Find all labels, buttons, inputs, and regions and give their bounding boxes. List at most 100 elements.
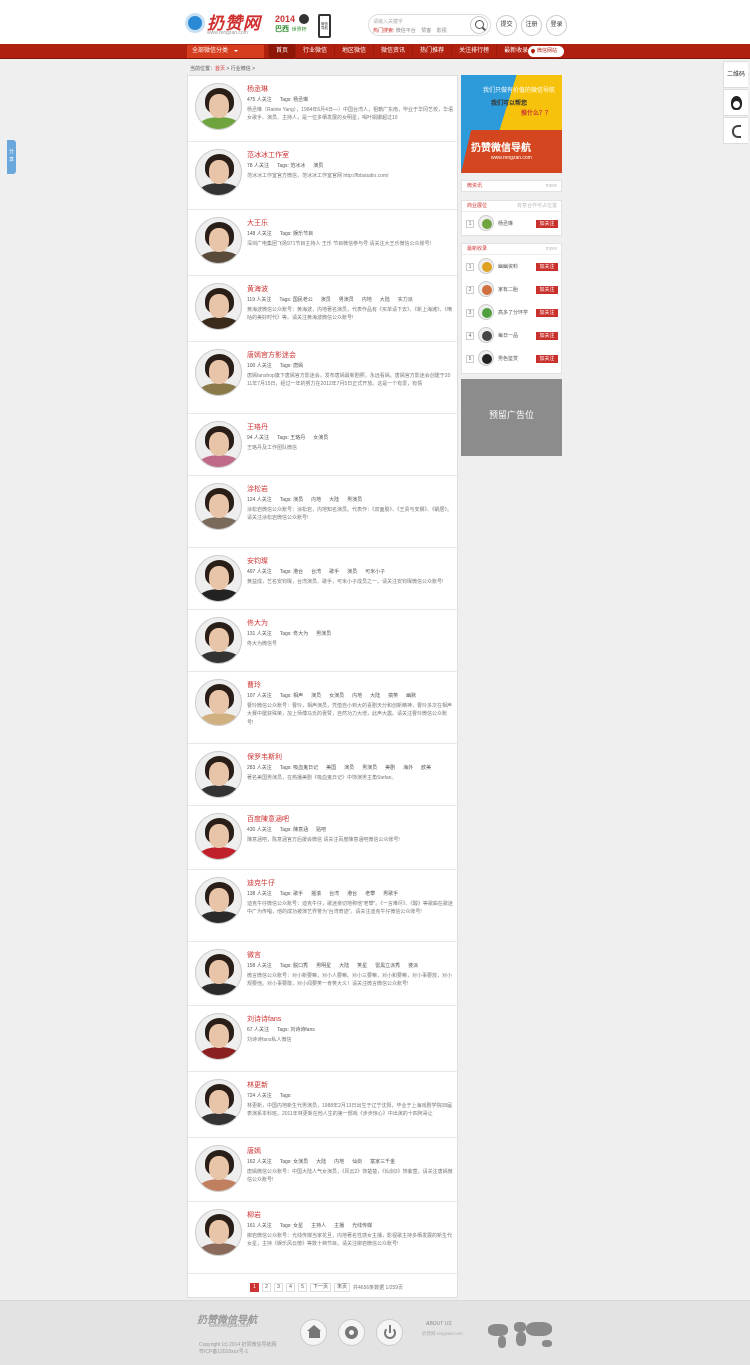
tag[interactable]: 演员: [313, 163, 323, 169]
phone-icon[interactable]: [723, 117, 748, 144]
tag[interactable]: 男歌手: [383, 891, 398, 897]
tag[interactable]: 内地: [362, 297, 372, 303]
share-button[interactable]: 分享: [7, 140, 16, 174]
tag[interactable]: 搞笑: [388, 693, 398, 699]
tag[interactable]: 仙剑: [352, 1159, 362, 1165]
avatar[interactable]: [478, 258, 494, 274]
list-item[interactable]: 迪克牛仔 138 人关注 Tags: 歌手 摇滚 台湾 港台 老攀 男歌手 迪克牛仔微信公众…: [188, 870, 459, 942]
qr-code-button[interactable]: 二维码: [723, 61, 748, 88]
tag[interactable]: 女演员: [313, 435, 328, 441]
nav-item-ranking[interactable]: 关注排行榜: [451, 44, 496, 59]
list-item[interactable]: 唐嫣 162 人关注 Tags: 女演员 大陆 内地 仙剑 富家三千金 唐嫣微信公众账号：…: [188, 1138, 459, 1202]
tag[interactable]: Tags: 脱口秀: [280, 963, 308, 969]
avatar[interactable]: [195, 555, 242, 602]
avatar[interactable]: [195, 149, 242, 196]
account-name[interactable]: 林更新: [247, 1080, 268, 1090]
tag[interactable]: Tags: 陳意涵: [280, 827, 308, 833]
list-item[interactable]: 百度陳意涵吧 430 人关注 Tags: 陳意涵 贴吧 陳意涵吧，陈意涵官方后援会微…: [188, 806, 459, 870]
tag[interactable]: 男演员: [316, 631, 331, 637]
account-name[interactable]: 家有二胎: [498, 286, 518, 293]
tag[interactable]: Tags: 范冰冰: [277, 163, 305, 169]
page-button[interactable]: 3: [274, 1283, 283, 1292]
account-name[interactable]: 每日一品: [498, 332, 518, 339]
list-item[interactable]: 保罗韦斯利 283 人关注 Tags: 吸血鬼日记 美国 演员 男演员 美剧 海外 欧美 著名…: [188, 744, 459, 806]
list-item[interactable]: 刘诗诗fans 67 人关注 Tags: 刘诗诗fans 刘诗诗fans私人微信: [188, 1006, 459, 1072]
tag[interactable]: 美剧: [385, 765, 395, 771]
search-input[interactable]: 请输入关键字: [373, 18, 403, 25]
account-name[interactable]: 曹玲: [247, 680, 261, 690]
search-icon[interactable]: [470, 16, 488, 34]
list-item[interactable]: 2 家有二胎 加关注: [462, 278, 561, 301]
tag[interactable]: 男演员: [339, 297, 354, 303]
account-name[interactable]: 佟大为: [247, 618, 268, 628]
settings-icon[interactable]: [338, 1319, 365, 1346]
list-item[interactable]: 林更新 724 人关注 Tags: 林更新，中国内地新生代男演员，1988年2月1…: [188, 1072, 459, 1138]
tag[interactable]: 男明星: [316, 963, 331, 969]
page-button[interactable]: 2: [262, 1283, 271, 1292]
tag[interactable]: Tags: 杨丞琳: [280, 97, 308, 103]
avatar[interactable]: [195, 349, 242, 396]
avatar[interactable]: [478, 327, 494, 343]
account-name[interactable]: 柳岩: [247, 1210, 261, 1220]
tag[interactable]: Tags: 唐嫣: [280, 363, 303, 369]
tag[interactable]: 台湾: [329, 891, 339, 897]
submit-button[interactable]: 提交: [496, 15, 517, 36]
tag[interactable]: Tags: 相声: [280, 693, 303, 699]
follow-button[interactable]: 加关注: [536, 220, 558, 228]
avatar[interactable]: [195, 217, 242, 264]
mobile-phone-icon[interactable]: 微信导航: [318, 14, 331, 38]
tag[interactable]: 内地: [352, 693, 362, 699]
promo-banner[interactable]: 我们只做有价值的微信导航 我们可以帮您 推什么？？ 扔赞微信导航 www.ren…: [461, 75, 562, 173]
tag[interactable]: 大陆: [370, 693, 380, 699]
page-button[interactable]: 5: [298, 1283, 307, 1292]
ad-placeholder[interactable]: 预留广告位: [461, 379, 562, 456]
list-item[interactable]: 唐嫣官方影迷会 100 人关注 Tags: 唐嫣 唐嫣fanshop旗下唐嫣官方影…: [188, 342, 459, 414]
avatar[interactable]: [195, 83, 242, 130]
home-icon[interactable]: [300, 1319, 327, 1346]
account-name[interactable]: 安钧璨: [247, 556, 268, 566]
search-box[interactable]: 请输入关键字 热门搜索: 微信平台 赞客 影视: [368, 14, 491, 36]
tag[interactable]: 演员: [311, 693, 321, 699]
avatar[interactable]: [195, 617, 242, 664]
account-name[interactable]: 百度陳意涵吧: [247, 814, 289, 824]
page-button[interactable]: 4: [286, 1283, 295, 1292]
avatar[interactable]: [478, 304, 494, 320]
nav-item-home[interactable]: 首页: [268, 44, 296, 59]
avatar[interactable]: [195, 1145, 242, 1192]
list-item[interactable]: 1 杨丞琳 加关注: [462, 212, 561, 235]
account-name[interactable]: 微言: [247, 950, 261, 960]
account-name[interactable]: 杨丞琳: [247, 84, 268, 94]
tag[interactable]: Tags: 演员: [280, 497, 303, 503]
tag[interactable]: Tags: 刘诗诗fans: [277, 1027, 315, 1033]
list-item[interactable]: 佟大为 131 人关注 Tags: 佟大为 男演员 佟大为微信号: [188, 610, 459, 672]
list-item[interactable]: 安钧璨 497 人关注 Tags: 港台 台湾 歌手 演员 可米小子 黄益成，艺名安钧璨，…: [188, 548, 459, 610]
tag[interactable]: 演员: [344, 765, 354, 771]
account-name[interactable]: 范冰冰工作室: [247, 150, 289, 160]
power-icon[interactable]: [376, 1319, 403, 1346]
tag[interactable]: Tags: 港台: [280, 569, 303, 575]
follow-button[interactable]: 加关注: [536, 332, 558, 340]
tag[interactable]: 笑星: [357, 963, 367, 969]
tag[interactable]: 婆派: [408, 963, 418, 969]
account-name[interactable]: 黄海波: [247, 284, 268, 294]
about-us-link[interactable]: ABOUT US: [426, 1321, 452, 1327]
nav-item-industry[interactable]: 行业微信: [295, 44, 334, 59]
qq-icon[interactable]: [723, 89, 748, 116]
avatar[interactable]: [478, 281, 494, 297]
account-name[interactable]: 高多了分环学: [498, 309, 528, 316]
tag[interactable]: 内地: [334, 1159, 344, 1165]
tag[interactable]: Tags: 歌手: [280, 891, 303, 897]
tag[interactable]: 光线传媒: [352, 1223, 372, 1229]
avatar[interactable]: [195, 283, 242, 330]
follow-button[interactable]: 加关注: [536, 286, 558, 294]
follow-button[interactable]: 加关注: [536, 355, 558, 363]
account-name[interactable]: 幽幽资料: [498, 263, 518, 270]
tag[interactable]: 幽默: [406, 693, 416, 699]
account-name[interactable]: 迪克牛仔: [247, 878, 275, 888]
account-name[interactable]: 唐嫣: [247, 1146, 261, 1156]
tag[interactable]: 主播: [334, 1223, 344, 1229]
tag[interactable]: Tags: 佟大为: [280, 631, 308, 637]
tag[interactable]: 富家三千金: [370, 1159, 395, 1165]
avatar[interactable]: [195, 813, 242, 860]
tag[interactable]: Tags: 吸血鬼日记: [280, 765, 318, 771]
